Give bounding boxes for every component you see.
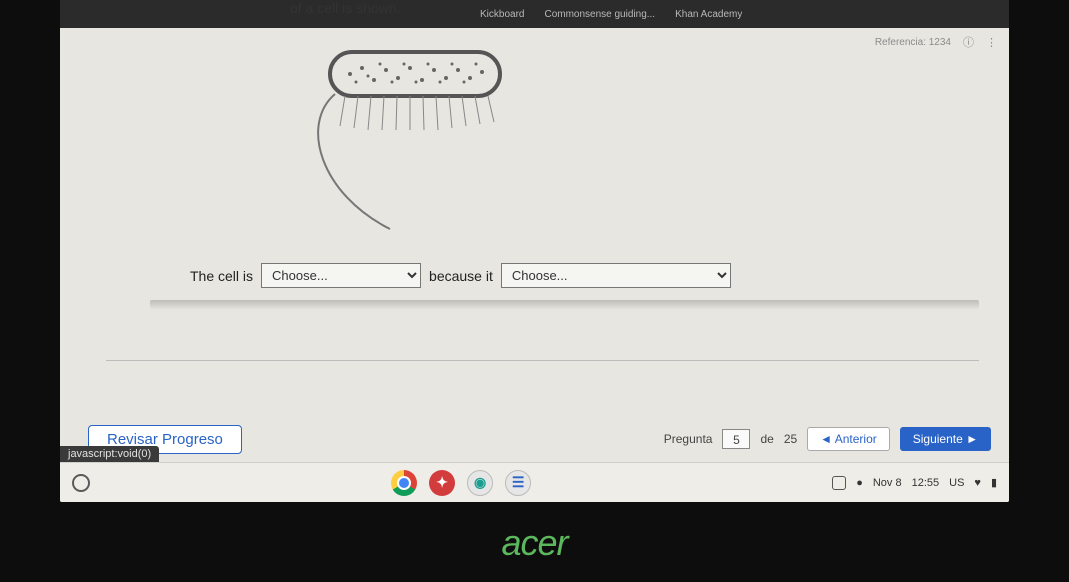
question-nav: Pregunta 5 de 25 ◄ Anterior Siguiente ► — [664, 427, 991, 451]
wifi-icon: ♥ — [974, 477, 981, 489]
app-icon[interactable]: ☰ — [505, 470, 531, 496]
reason-select[interactable]: Choose... — [501, 263, 731, 288]
total-questions: 25 — [784, 432, 797, 446]
chromeos-shelf: ✦ ◉ ☰ ● Nov 8 12:55 US ♥ ▮ — [60, 462, 1009, 502]
app-icon[interactable]: ✦ — [429, 470, 455, 496]
notification-icon[interactable]: ● — [856, 477, 863, 489]
cell-type-select[interactable]: Choose... — [261, 263, 421, 288]
tray-icon[interactable] — [832, 476, 846, 490]
sentence-text: The cell is — [190, 268, 253, 284]
section-divider — [106, 360, 979, 361]
shelf-time: 12:55 — [912, 477, 940, 489]
monitor-brand-logo: acer — [501, 522, 567, 564]
previous-button[interactable]: ◄ Anterior — [807, 427, 890, 451]
shelf-lang: US — [949, 477, 964, 489]
system-tray[interactable]: ● Nov 8 12:55 US ♥ ▮ — [832, 476, 997, 490]
status-bar-link: javascript:void(0) — [60, 446, 159, 462]
screen: Kickboard Commonsense guiding... Khan Ac… — [60, 0, 1009, 502]
question-prompt: of a cell is shown. — [290, 0, 969, 16]
chrome-icon[interactable] — [391, 470, 417, 496]
sentence-text: because it — [429, 268, 493, 284]
shelf-date: Nov 8 — [873, 477, 902, 489]
app-icon[interactable]: ◉ — [467, 470, 493, 496]
battery-icon: ▮ — [991, 476, 997, 489]
question-label: Pregunta — [664, 432, 713, 446]
answer-sentence: The cell is Choose... because it Choose.… — [190, 263, 969, 310]
of-label: de — [760, 432, 773, 446]
cell-diagram — [290, 34, 530, 234]
question-card: of a cell is shown. — [60, 0, 1009, 310]
current-question-number: 5 — [722, 429, 750, 449]
next-button[interactable]: Siguiente ► — [900, 427, 991, 451]
quiz-footer: Revisar Progreso Pregunta 5 de 25 ◄ Ante… — [60, 416, 1009, 462]
launcher-icon[interactable] — [72, 474, 90, 492]
